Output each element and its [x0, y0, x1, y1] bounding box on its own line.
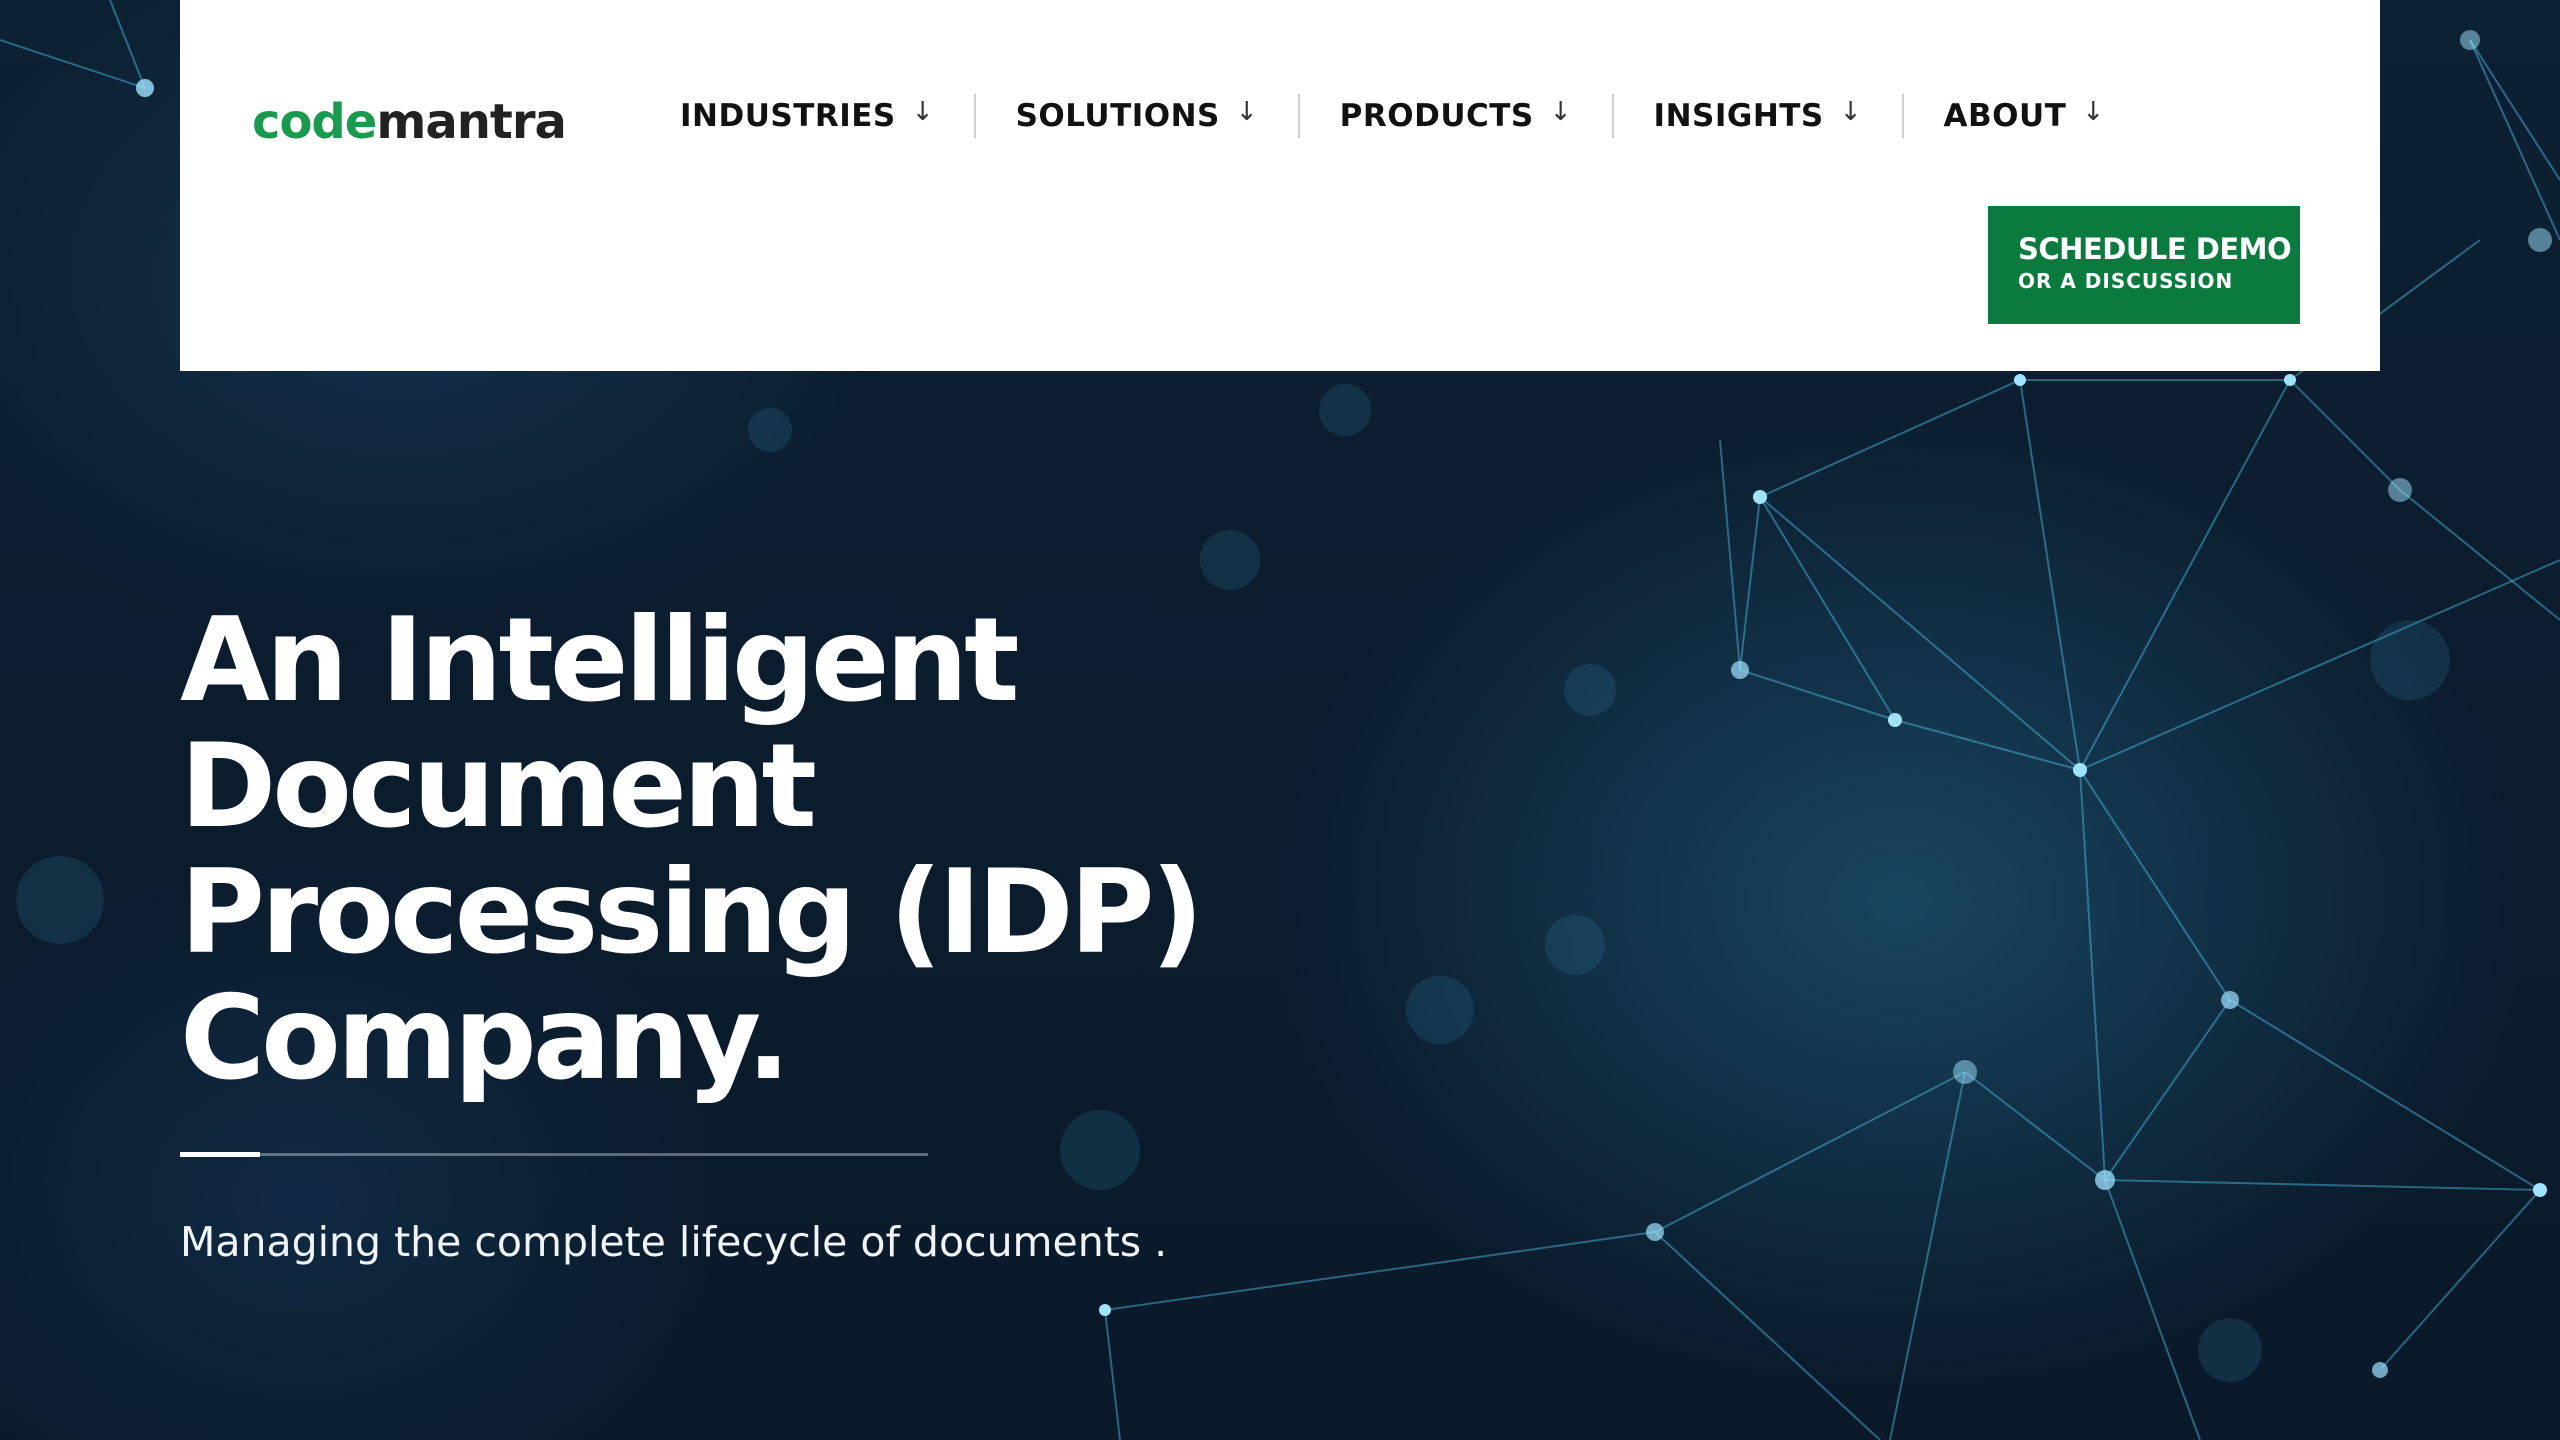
- nav-item-label: SOLUTIONS: [1015, 98, 1220, 134]
- arrow-down-icon: ↓: [1839, 97, 1862, 127]
- discussion-sublabel: OR A DISCUSSION: [2018, 269, 2234, 293]
- nav-item-label: INSIGHTS: [1653, 98, 1824, 134]
- hero-title: An Intelligent Document Processing (IDP)…: [180, 598, 1380, 1102]
- hero-title-line: Company.: [180, 971, 791, 1106]
- codemantra-logo[interactable]: codemantra: [252, 92, 567, 152]
- arrow-down-icon: ↓: [2082, 97, 2105, 127]
- hero-divider-accent: [180, 1152, 260, 1157]
- hero-tagline: Managing the complete lifecycle of docum…: [180, 1218, 1168, 1266]
- nav-item-solutions[interactable]: SOLUTIONS ↓: [973, 94, 1298, 138]
- site-header: codemantra INDUSTRIES ↓ SOLUTIONS ↓ PROD…: [180, 0, 2380, 371]
- hero-title-line: An Intelligent: [180, 593, 1020, 728]
- logo-text-code: code: [252, 94, 377, 150]
- nav-item-label: INDUSTRIES: [680, 98, 896, 134]
- logo-text-mantra: mantra: [376, 94, 567, 150]
- hero-title-line: Processing (IDP): [180, 845, 1204, 980]
- arrow-down-icon: ↓: [1235, 97, 1258, 127]
- arrow-down-icon: ↓: [1549, 97, 1572, 127]
- arrow-down-icon: ↓: [911, 97, 934, 127]
- main-nav: INDUSTRIES ↓ SOLUTIONS ↓ PRODUCTS ↓ INSI…: [658, 94, 2144, 138]
- nav-item-industries[interactable]: INDUSTRIES ↓: [658, 94, 974, 138]
- nav-item-label: PRODUCTS: [1339, 98, 1534, 134]
- schedule-demo-label: SCHEDULE DEMO: [2018, 232, 2292, 266]
- nav-item-about[interactable]: ABOUT ↓: [1901, 94, 2145, 138]
- nav-item-products[interactable]: PRODUCTS ↓: [1297, 94, 1612, 138]
- hero-divider: [180, 1153, 928, 1156]
- nav-item-label: ABOUT: [1943, 98, 2067, 134]
- nav-item-insights[interactable]: INSIGHTS ↓: [1611, 94, 1902, 138]
- hero-title-line: Document: [180, 719, 817, 854]
- schedule-demo-button[interactable]: SCHEDULE DEMO OR A DISCUSSION: [1988, 206, 2300, 324]
